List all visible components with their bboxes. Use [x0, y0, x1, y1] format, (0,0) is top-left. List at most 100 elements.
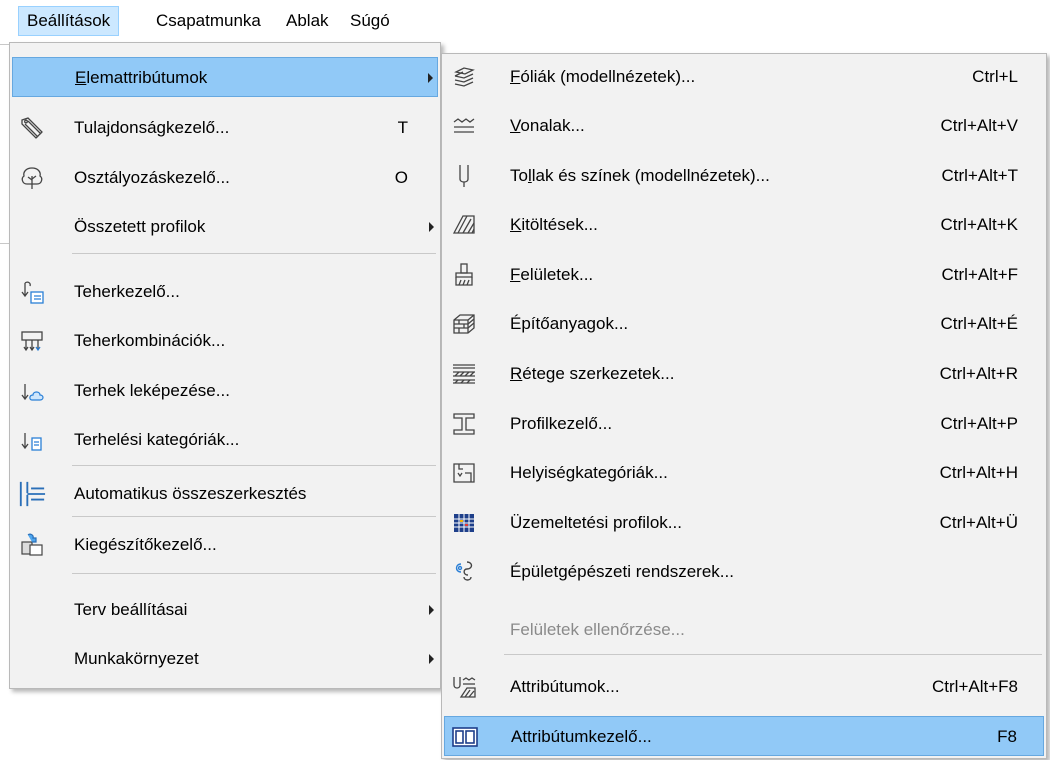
tag-icon	[18, 114, 46, 142]
menu-item-label: Kiegészítőkezelő...	[74, 535, 217, 554]
menu-item-automatikus-osszeszerkesztes[interactable]: Automatikus összeszerkesztés	[12, 474, 438, 514]
attribute-manager-icon	[451, 723, 479, 751]
menu-item-label: Összetett profilok	[74, 217, 206, 236]
menu-item-label: Munkakörnyezet	[74, 649, 199, 668]
shortcut-label: Ctrl+Alt+F8	[932, 677, 1018, 696]
menu-item-label: Tollak és színek (modellnézetek)...	[510, 166, 770, 185]
menu-item-terhelesi-kategoriak[interactable]: Terhelési kategóriák...	[12, 420, 438, 460]
menu-item-teherkombinaciok[interactable]: Teherkombinációk...	[12, 321, 438, 361]
menu-item-terhek-lekepezese[interactable]: Terhek leképezése...	[12, 371, 438, 411]
menu-item-label: Építőanyagok...	[510, 314, 629, 333]
shortcut-label: O	[394, 168, 408, 187]
load-manager-icon	[18, 278, 46, 306]
profile-icon	[450, 410, 478, 438]
menu-item-osztalyozaskezelo[interactable]: Osztályozáskezelő... O	[12, 158, 438, 198]
menubar-sugo[interactable]: Súgó	[342, 6, 398, 36]
composite-icon	[450, 360, 478, 388]
menu-item-munkakornyezet[interactable]: Munkakörnyezet	[12, 639, 438, 679]
auto-merge-icon	[18, 480, 46, 508]
menu-item-kiegeszitokezelo[interactable]: Kiegészítőkezelő...	[12, 525, 438, 565]
submenu-arrow-icon	[429, 654, 434, 664]
submenu-item-reteges-szerkezetek[interactable]: Rétege szerkezetek... Ctrl+Alt+R	[444, 354, 1044, 394]
building-material-icon	[450, 310, 478, 338]
menu-item-label: Profilkezelő...	[510, 414, 613, 433]
submenu-item-profilkezelo[interactable]: Profilkezelő... Ctrl+Alt+P	[444, 404, 1044, 444]
menubar-csapatmunka[interactable]: Csapatmunka	[148, 6, 269, 36]
menu-item-label: Attribútumkezelő...	[511, 727, 652, 746]
menu-item-tulajdonsagkezelo[interactable]: Tulajdonságkezelő... T	[12, 108, 438, 148]
menu-item-label: Fóliák (modellnézetek)...	[510, 67, 696, 86]
shortcut-label: Ctrl+Alt+R	[939, 364, 1018, 383]
submenu-arrow-icon	[429, 222, 434, 232]
menu-item-label: Teherkezelő...	[74, 282, 180, 301]
shortcut-label: F8	[997, 727, 1017, 746]
submenu-item-foliak[interactable]: Fóliák (modellnézetek)... Ctrl+L	[444, 57, 1044, 97]
menu-item-label: Épületgépészeti rendszerek...	[510, 562, 734, 581]
operation-profile-icon	[450, 509, 478, 537]
menu-bar: Beállítások Csapatmunka Ablak Súgó	[0, 0, 1050, 40]
menu-item-label: Attribútumok...	[510, 677, 620, 696]
menu-item-label: Osztályozáskezelő...	[74, 168, 230, 187]
menu-item-label: Vonalak...	[510, 116, 585, 135]
menu-item-label: Terhek leképezése...	[74, 381, 230, 400]
beallitasok-menu: Elemattribútumok Tulajdonságkezelő... T …	[9, 42, 441, 689]
menu-item-label: Helyiségkategóriák...	[510, 463, 668, 482]
line-types-icon	[450, 112, 478, 140]
menu-item-elemattributumok[interactable]: Elemattribútumok	[12, 57, 438, 97]
menu-item-label: Terhelési kategóriák...	[74, 430, 240, 449]
zone-category-icon	[450, 459, 478, 487]
shortcut-label: Ctrl+Alt+T	[941, 166, 1018, 185]
shortcut-label: Ctrl+Alt+F	[941, 265, 1018, 284]
addon-manager-icon	[18, 531, 46, 559]
submenu-item-feluletek-ellenorzese: Felületek ellenőrzése...	[444, 610, 1044, 650]
submenu-item-feluletek[interactable]: Felületek... Ctrl+Alt+F	[444, 255, 1044, 295]
submenu-item-attributumok[interactable]: Attribútumok... Ctrl+Alt+F8	[444, 667, 1044, 707]
submenu-item-helyisegkategoriak[interactable]: Helyiségkategóriák... Ctrl+Alt+H	[444, 453, 1044, 493]
elemattributumok-submenu: Fóliák (modellnézetek)... Ctrl+L Vonalak…	[441, 53, 1047, 759]
submenu-item-epuletgepeszeti-rendszerek[interactable]: Épületgépészeti rendszerek...	[444, 552, 1044, 592]
shortcut-label: Ctrl+Alt+H	[939, 463, 1018, 482]
shortcut-label: Ctrl+Alt+V	[940, 116, 1018, 135]
menu-item-label: Üzemeltetési profilok...	[510, 513, 682, 532]
submenu-item-tollak-es-szinek[interactable]: Tollak és színek (modellnézetek)... Ctrl…	[444, 156, 1044, 196]
pen-icon	[450, 162, 478, 190]
menu-item-label: Rétege szerkezetek...	[510, 364, 675, 383]
menu-item-label: Kitöltések...	[510, 215, 598, 234]
menu-item-teherkezelo[interactable]: Teherkezelő...	[12, 272, 438, 312]
submenu-item-kitoltesek[interactable]: Kitöltések... Ctrl+Alt+K	[444, 205, 1044, 245]
mep-system-icon	[450, 558, 478, 586]
menu-separator	[72, 465, 436, 466]
menu-item-label: Elemattribútumok	[75, 68, 208, 87]
menubar-beallitasok[interactable]: Beállítások	[18, 6, 120, 36]
menu-item-label: Terv beállításai	[74, 600, 188, 619]
menu-separator	[72, 573, 436, 574]
tree-icon	[18, 164, 46, 192]
layers-icon	[450, 63, 478, 91]
fill-icon	[450, 211, 478, 239]
shortcut-label: Ctrl+Alt+É	[940, 314, 1018, 333]
menu-item-label: Tulajdonságkezelő...	[74, 118, 230, 137]
menu-item-label: Teherkombinációk...	[74, 331, 226, 350]
attributes-icon	[450, 673, 478, 701]
menu-separator	[72, 516, 436, 517]
menubar-ablak[interactable]: Ablak	[278, 6, 337, 36]
submenu-item-uzemeltetesi-profilok[interactable]: Üzemeltetési profilok... Ctrl+Alt+Ü	[444, 503, 1044, 543]
menu-item-label: Automatikus összeszerkesztés	[74, 484, 307, 503]
shortcut-label: Ctrl+Alt+K	[940, 215, 1018, 234]
submenu-item-epitoanyagok[interactable]: Építőanyagok... Ctrl+Alt+É	[444, 304, 1044, 344]
shortcut-label: Ctrl+Alt+P	[940, 414, 1018, 433]
load-mapping-icon	[18, 377, 46, 405]
submenu-arrow-icon	[429, 605, 434, 615]
menu-separator	[504, 654, 1042, 655]
menu-item-osszetett-profilok[interactable]: Összetett profilok	[12, 207, 438, 247]
submenu-item-attributumkezelo[interactable]: Attribútumkezelő... F8	[444, 716, 1044, 756]
menu-item-label: Felületek...	[510, 265, 594, 284]
submenu-item-vonalak[interactable]: Vonalak... Ctrl+Alt+V	[444, 106, 1044, 146]
menu-separator	[72, 253, 436, 254]
menu-item-terv-beallitasai[interactable]: Terv beállításai	[12, 590, 438, 630]
load-category-icon	[18, 426, 46, 454]
menu-item-label: Felületek ellenőrzése...	[510, 620, 685, 639]
shortcut-label: T	[397, 118, 408, 137]
submenu-arrow-icon	[428, 73, 433, 83]
load-combination-icon	[18, 327, 46, 355]
